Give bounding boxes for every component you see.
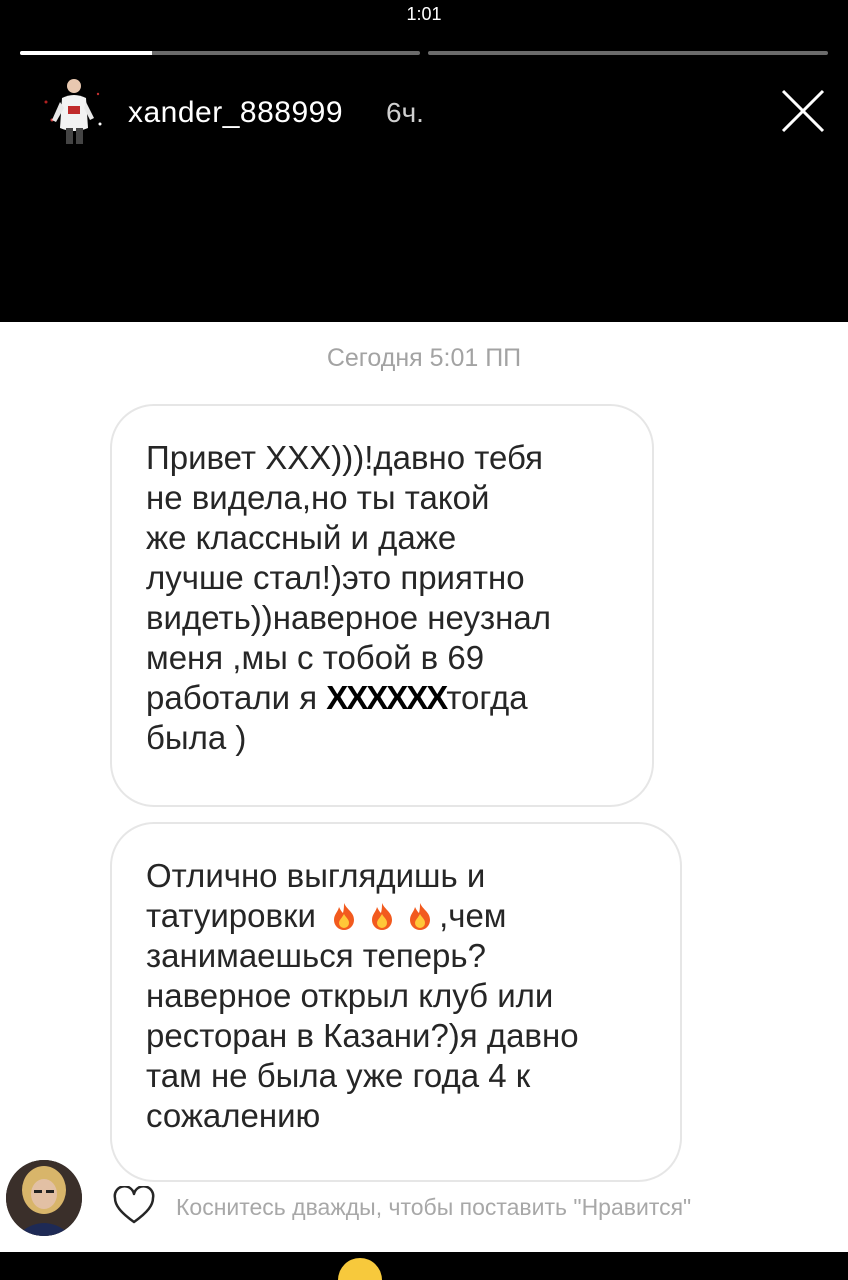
story-progress-bar-2 (428, 51, 828, 55)
message-text: татуировки (146, 897, 316, 934)
message-text: ,чем (439, 897, 507, 934)
message-line: наверное открыл клуб или (146, 977, 554, 1014)
message-line: меня ,мы с тобой в 69 (146, 639, 485, 676)
heart-icon (113, 1185, 155, 1224)
status-bar-time: 1:01 (406, 4, 442, 24)
story-time-ago: 6ч. (386, 97, 424, 128)
redacted-text: ХХХХХХ (326, 679, 448, 716)
bottom-bar (0, 1252, 848, 1280)
message-text: тогда (446, 679, 528, 716)
sender-avatar[interactable] (6, 1160, 82, 1236)
message-line: сожалению (146, 1097, 321, 1134)
story-progress-bar-1 (20, 51, 420, 55)
story-author-avatar[interactable] (38, 72, 108, 146)
story-progress-fill-1 (20, 51, 152, 55)
message-line: была ) (146, 719, 247, 756)
message-line: ресторан в Казани?)я давно (146, 1017, 579, 1054)
story-author-username[interactable]: xander_888999 (128, 96, 343, 130)
fire-emoji-icon (410, 903, 431, 930)
close-button[interactable] (776, 84, 830, 138)
message-bubble-1: Привет ХХХ)))!давно тебя не видела,но ты… (110, 404, 654, 807)
message-line: лучше стал!)это приятно (146, 559, 525, 596)
message-line: же классный и даже (146, 519, 457, 556)
close-icon (781, 89, 825, 133)
message-line: Отлично выглядишь и (146, 857, 486, 894)
chat-date-label: Сегодня 5:01 ПП (326, 344, 522, 372)
like-button[interactable] (112, 1185, 156, 1226)
message-line: татуировки ,чем (146, 896, 650, 936)
message-line: там не была уже года 4 к (146, 1057, 531, 1094)
message-line: не видела,но ты такой (146, 479, 490, 516)
like-hint-text: Коснитесь дважды, чтобы поставить "Нрави… (176, 1194, 692, 1220)
message-bubble-2: Отлично выглядишь и татуировки ,чем зани… (110, 822, 682, 1182)
fire-emoji-icon (334, 903, 355, 930)
story-viewer: 1:01 xander_888999 6ч. Сегодня 5:01 ПП П… (0, 0, 848, 1280)
message-line: видеть))наверное неузнал (146, 599, 551, 636)
message-line: работали я ХХХХХХтогда (146, 678, 622, 718)
fire-emoji-icon (372, 903, 393, 930)
message-text: работали я (146, 679, 327, 716)
message-line: Привет ХХХ)))!давно тебя (146, 439, 544, 476)
message-line: занимаешься теперь? (146, 937, 486, 974)
